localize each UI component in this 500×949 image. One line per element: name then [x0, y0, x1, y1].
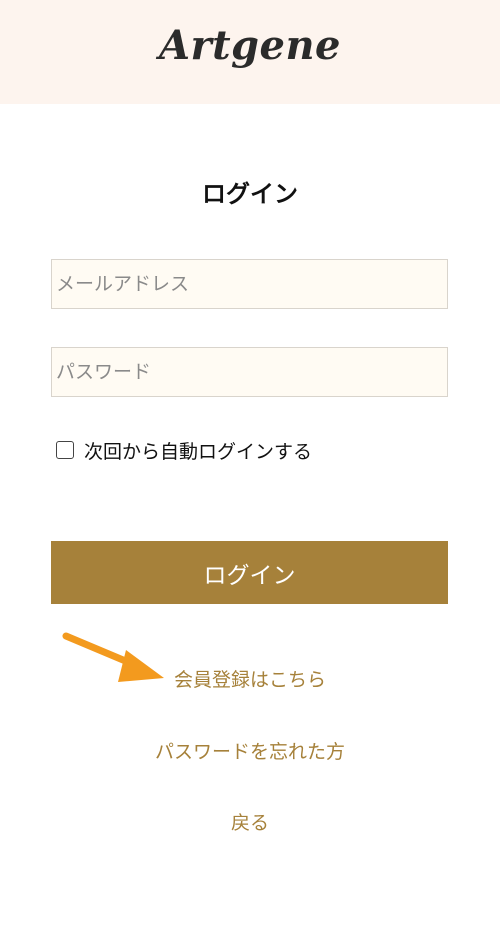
- remember-me-checkbox[interactable]: [56, 441, 74, 459]
- header: Artgene: [0, 0, 500, 104]
- forgot-password-link[interactable]: パスワードを忘れた方: [0, 737, 500, 764]
- site-logo[interactable]: Artgene: [0, 22, 500, 69]
- login-page: Artgene ログイン 次回から自動ログインする ログイン 会員登録はこちら …: [0, 0, 500, 949]
- email-field[interactable]: [51, 259, 448, 309]
- remember-me-label[interactable]: 次回から自動ログインする: [84, 437, 312, 464]
- page-title: ログイン: [202, 180, 298, 208]
- back-link[interactable]: 戻る: [0, 808, 500, 835]
- remember-me-option[interactable]: 次回から自動ログインする: [56, 436, 312, 464]
- login-button[interactable]: ログイン: [51, 541, 448, 604]
- register-link[interactable]: 会員登録はこちら: [0, 665, 500, 692]
- password-field[interactable]: [51, 347, 448, 397]
